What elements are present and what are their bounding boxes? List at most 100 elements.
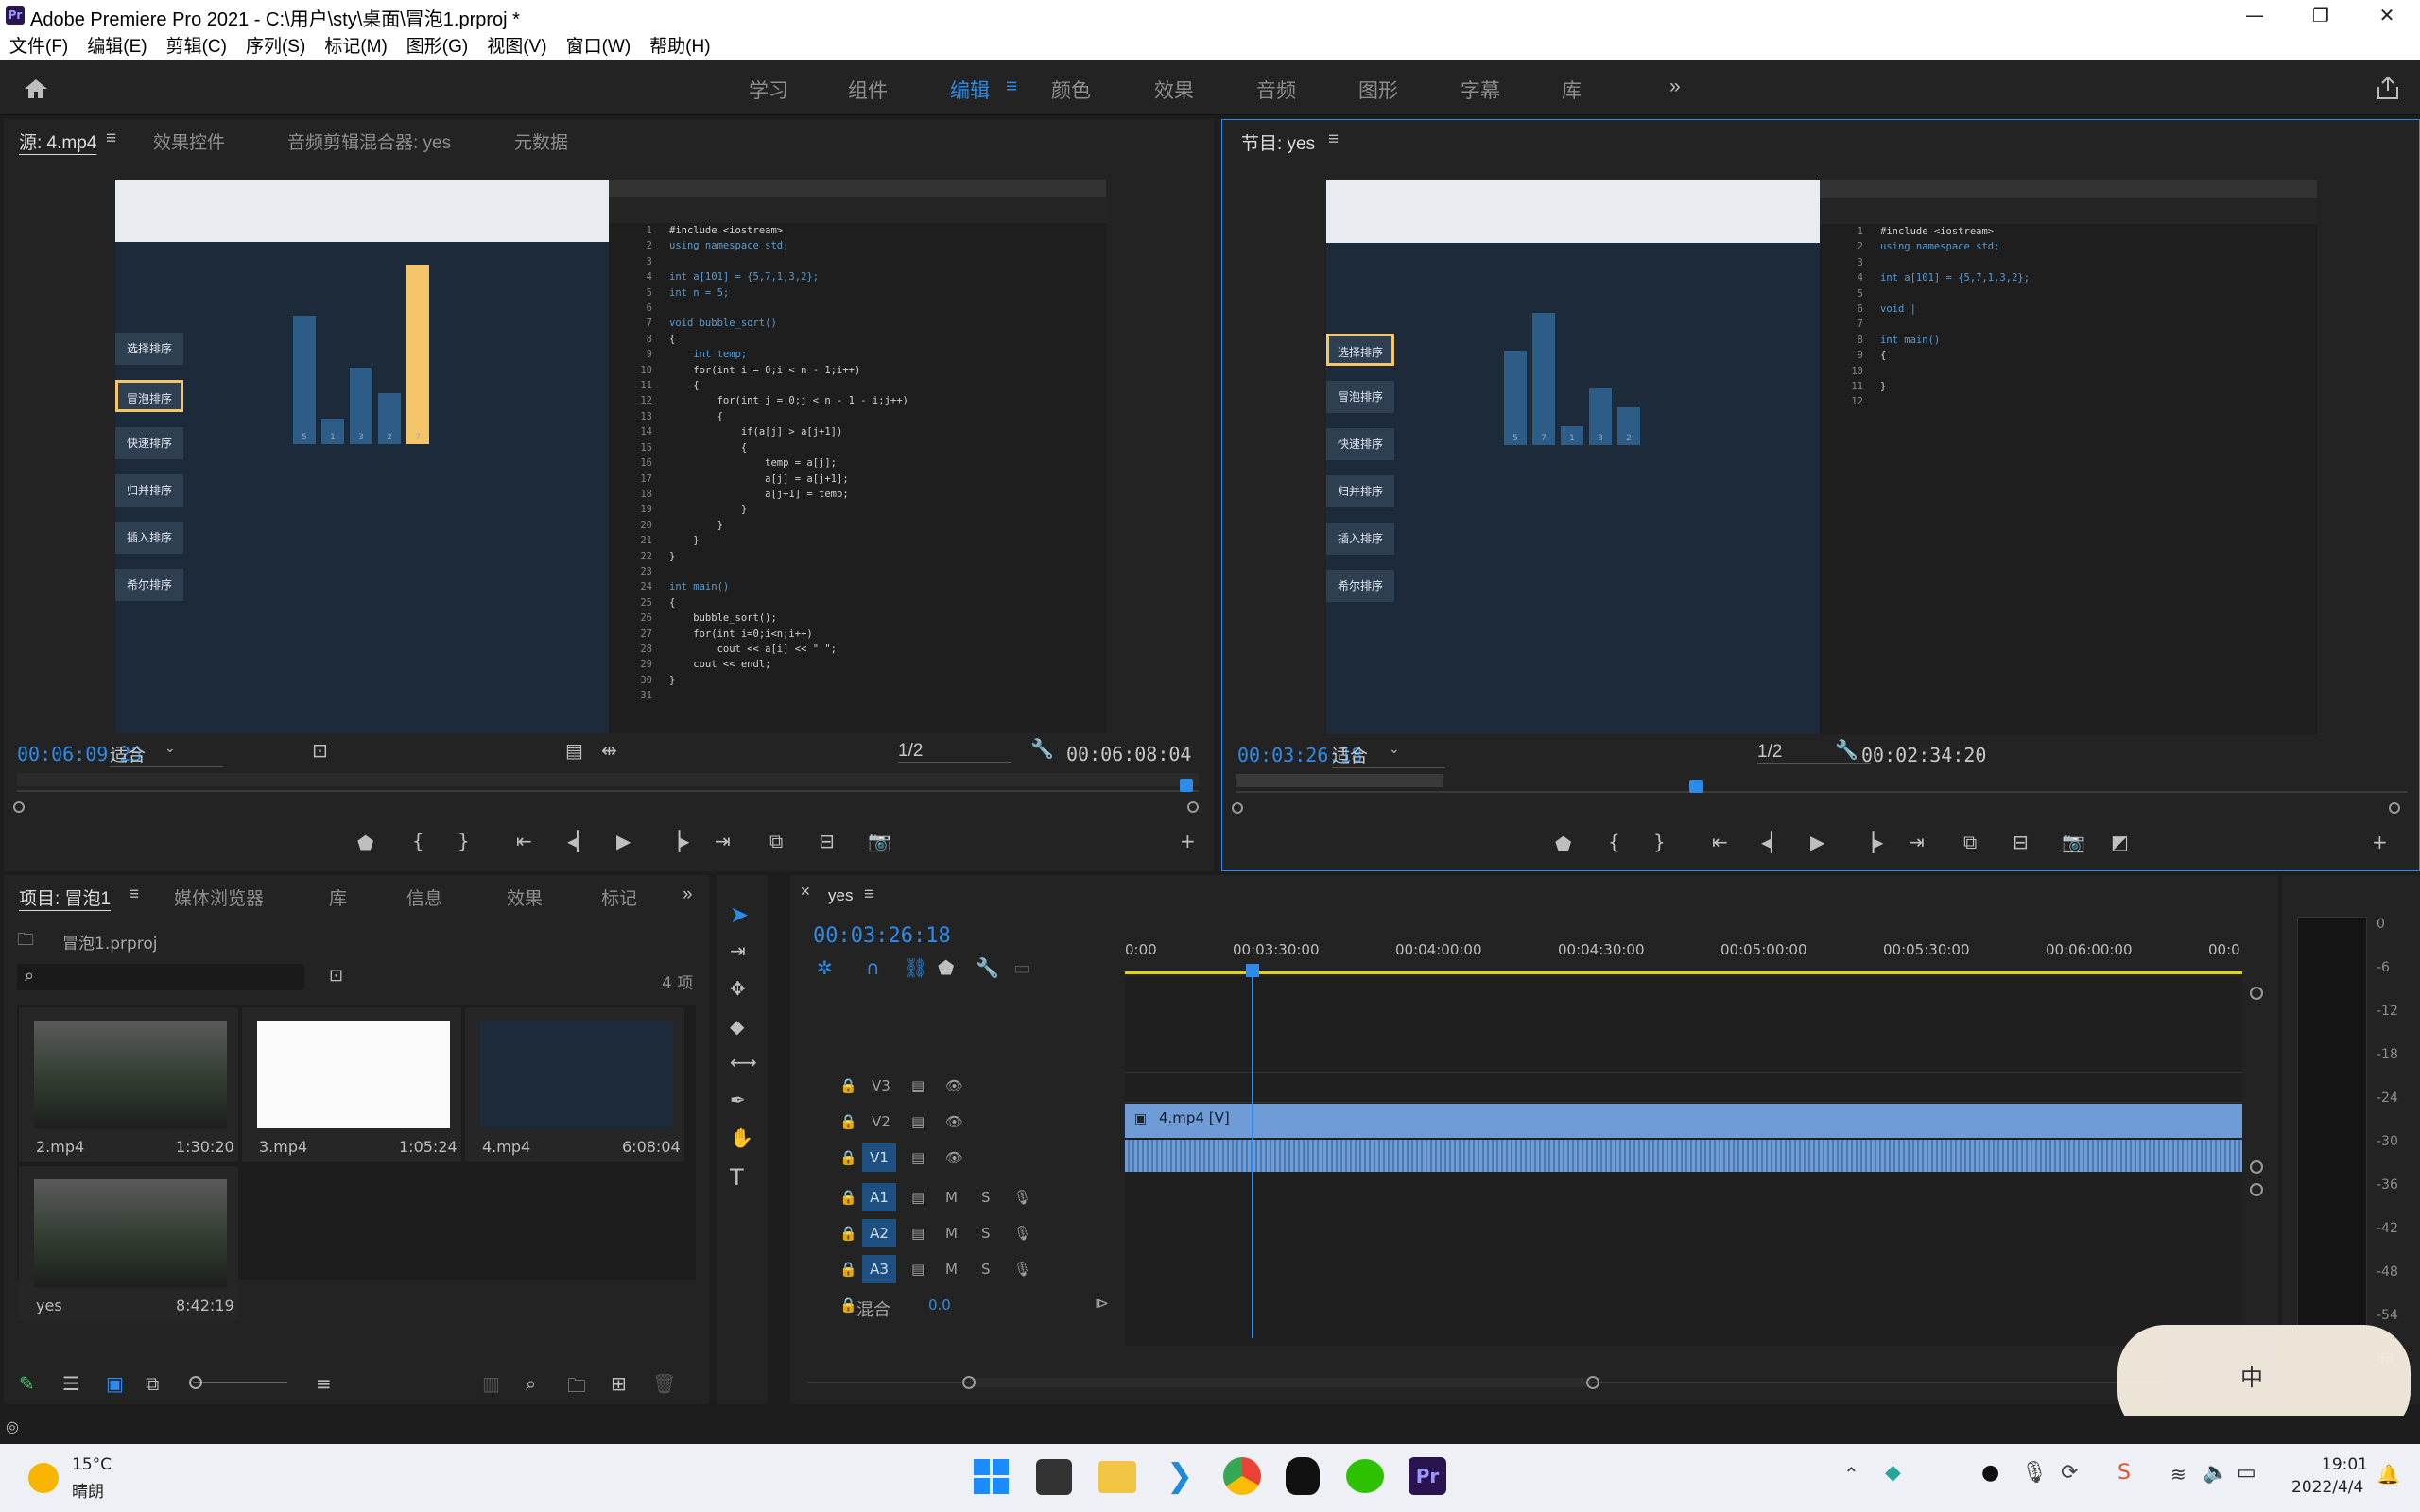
thumbnail-size-slider[interactable] — [193, 1382, 287, 1383]
eye-v1-icon[interactable]: 👁 — [945, 1149, 963, 1166]
source-fit-chevron-icon[interactable]: ⌄ — [164, 741, 176, 756]
project-item-card[interactable]: yes 8:42:19 — [19, 1166, 238, 1321]
snap-icon[interactable]: ∩ — [866, 956, 880, 979]
program-zoom-right-handle[interactable] — [2389, 802, 2400, 814]
freeform-view-icon[interactable]: ⧉ — [146, 1372, 159, 1395]
tab-libraries[interactable]: 库 — [329, 885, 347, 910]
workspace-menu-icon[interactable]: ≡ — [1006, 76, 1017, 98]
battery-icon[interactable]: ▭ — [2237, 1461, 2256, 1485]
mix-volume-value[interactable]: 0.0 — [928, 1297, 951, 1314]
linked-selection-icon[interactable]: ⛓ — [904, 956, 927, 979]
source-go-to-in-icon[interactable]: ⇤ — [516, 830, 532, 852]
microphone-icon[interactable]: 🎙 — [2021, 1461, 2048, 1485]
eye-v2-icon[interactable]: 👁 — [945, 1113, 963, 1130]
mic-a2-icon[interactable]: 🎙 — [1013, 1225, 1031, 1242]
more-panels-icon[interactable]: » — [683, 885, 693, 905]
program-video-frame[interactable]: 选择排序 冒泡排序 快速排序 归并排序 插入排序 希尔排序 5 7 1 3 2 1 #in… — [1326, 180, 2317, 734]
workspace-libraries[interactable]: 库 — [1562, 76, 1582, 104]
tab-effects[interactable]: 效果 — [507, 885, 543, 910]
solo-a1-button[interactable]: S — [981, 1189, 991, 1206]
sync-a2-icon[interactable]: ▤ — [911, 1225, 925, 1242]
vscode-icon[interactable]: ❯ — [1161, 1457, 1199, 1495]
solo-a3-button[interactable]: S — [981, 1261, 991, 1278]
sort-icon[interactable]: ≡ — [316, 1372, 332, 1395]
home-icon[interactable] — [23, 77, 49, 100]
timeline-playhead[interactable] — [1252, 966, 1253, 1338]
mic-a3-icon[interactable]: 🎙 — [1013, 1261, 1031, 1278]
track-label-v3[interactable]: V3 — [872, 1077, 890, 1094]
audio-clip[interactable] — [1125, 1140, 2242, 1172]
find-icon[interactable]: ⌕ — [526, 1372, 536, 1395]
source-video-frame[interactable]: 选择排序 冒泡排序 快速排序 归并排序 插入排序 希尔排序 51327 1 #in… — [115, 180, 1106, 733]
source-wrench-icon[interactable]: 🔧 — [1030, 737, 1054, 760]
program-mark-out-icon[interactable]: } — [1653, 831, 1666, 853]
program-mark-in-icon[interactable]: { — [1608, 831, 1620, 853]
tray-sync-icon[interactable]: ⟳ — [2061, 1461, 2078, 1485]
lock-a3-icon[interactable]: 🔒 — [839, 1261, 857, 1278]
timeline-track-area[interactable]: ▣ 4.mp4 [V] — [1125, 977, 2242, 1346]
source-zoom-left-handle[interactable] — [13, 801, 25, 813]
hand-tool-icon[interactable]: ✋ — [730, 1126, 753, 1149]
work-area-bar[interactable] — [1125, 971, 2242, 974]
volume-icon[interactable]: 🔈 — [2203, 1461, 2228, 1485]
timeline-vscroll-top-handle[interactable] — [2250, 987, 2263, 1000]
menu-file[interactable]: 文件(F) — [9, 32, 68, 58]
minimize-button[interactable]: — — [2221, 0, 2288, 30]
nest-icon[interactable]: ✲ — [817, 956, 833, 979]
selection-tool-icon[interactable]: ➤ — [730, 902, 749, 928]
type-tool-icon[interactable]: T — [730, 1164, 744, 1191]
source-zoom-right-handle[interactable] — [1187, 801, 1199, 813]
solo-a2-button[interactable]: S — [981, 1225, 991, 1242]
go-to-end-icon[interactable]: ⧐ — [1095, 1295, 1109, 1312]
tab-effect-controls[interactable]: 效果控件 — [153, 129, 225, 154]
source-mark-in-icon[interactable]: { — [412, 830, 424, 852]
new-item-icon[interactable]: ⊞ — [611, 1372, 627, 1395]
sequence-menu-icon[interactable]: ≡ — [864, 885, 874, 905]
weather-temperature[interactable]: 15°C — [72, 1455, 112, 1474]
source-settings-icon[interactable]: ⊡ — [312, 739, 328, 762]
track-label-a3[interactable]: A3 — [862, 1255, 896, 1283]
show-hidden-icons-icon[interactable]: ⌃ — [1843, 1463, 1859, 1486]
source-drag-icon[interactable]: ⇹ — [601, 739, 617, 762]
program-go-to-in-icon[interactable]: ⇤ — [1712, 831, 1728, 853]
close-button[interactable]: ✕ — [2354, 0, 2420, 30]
track-select-tool-icon[interactable]: ⇥ — [730, 939, 746, 962]
lock-v3-icon[interactable]: 🔒 — [839, 1077, 857, 1094]
file-explorer-icon[interactable] — [1098, 1461, 1136, 1493]
project-item-thumbnail[interactable] — [480, 1021, 673, 1128]
program-add-button-icon[interactable]: + — [2372, 831, 2388, 853]
task-view-icon[interactable] — [1036, 1459, 1072, 1495]
timeline-ruler[interactable]: 0:00 00:03:30:00 00:04:00:00 00:04:30:00… — [1125, 936, 2242, 974]
timeline-playhead-handle[interactable] — [1246, 964, 1259, 977]
source-step-back-icon[interactable]: ◂▏ — [567, 830, 591, 852]
program-add-marker-icon[interactable]: ⬟ — [1555, 833, 1571, 855]
timeline-hscroll-left-handle[interactable] — [962, 1376, 976, 1389]
source-step-forward-icon[interactable]: ▕▸ — [666, 830, 689, 852]
mute-a2-button[interactable]: M — [945, 1225, 958, 1242]
program-fit-chevron-icon[interactable]: ⌄ — [1389, 742, 1400, 757]
program-compare-icon[interactable]: ◩ — [2111, 831, 2129, 853]
sync-v3-icon[interactable]: ▤ — [911, 1077, 925, 1094]
qq-icon[interactable] — [1286, 1457, 1320, 1495]
tab-project[interactable]: 项目: 冒泡1 — [19, 885, 111, 910]
source-playhead[interactable] — [1180, 779, 1193, 792]
tab-program[interactable]: 节目: yes — [1241, 129, 1315, 155]
program-panel-menu-icon[interactable]: ≡ — [1328, 129, 1339, 150]
program-export-frame-icon[interactable]: 📷 — [2062, 831, 2085, 853]
status-sync-icon[interactable]: ◎ — [6, 1418, 19, 1435]
clock-time[interactable]: 19:01 — [2322, 1455, 2368, 1474]
add-marker-icon[interactable]: ⬟ — [938, 956, 954, 979]
timeline-hscroll-right-handle[interactable] — [1586, 1376, 1599, 1389]
program-step-forward-icon[interactable]: ▕▸ — [1859, 831, 1883, 853]
program-playhead[interactable] — [1689, 780, 1703, 793]
project-item-card[interactable]: 3.mp4 1:05:24 — [242, 1007, 461, 1162]
track-label-v2[interactable]: V2 — [872, 1113, 890, 1130]
clock-date[interactable]: 2022/4/4 — [2291, 1478, 2363, 1497]
program-go-to-out-icon[interactable]: ⇥ — [1909, 831, 1925, 853]
source-add-button-icon[interactable]: + — [1180, 830, 1196, 852]
weather-sun-icon[interactable] — [28, 1463, 59, 1493]
new-bin-icon[interactable]: 🗀 — [567, 1372, 586, 1404]
source-insert-clip-icon[interactable]: ⧉ — [769, 830, 783, 852]
source-add-marker-icon[interactable]: ⬟ — [357, 832, 373, 854]
sync-v1-icon[interactable]: ▤ — [911, 1149, 925, 1166]
